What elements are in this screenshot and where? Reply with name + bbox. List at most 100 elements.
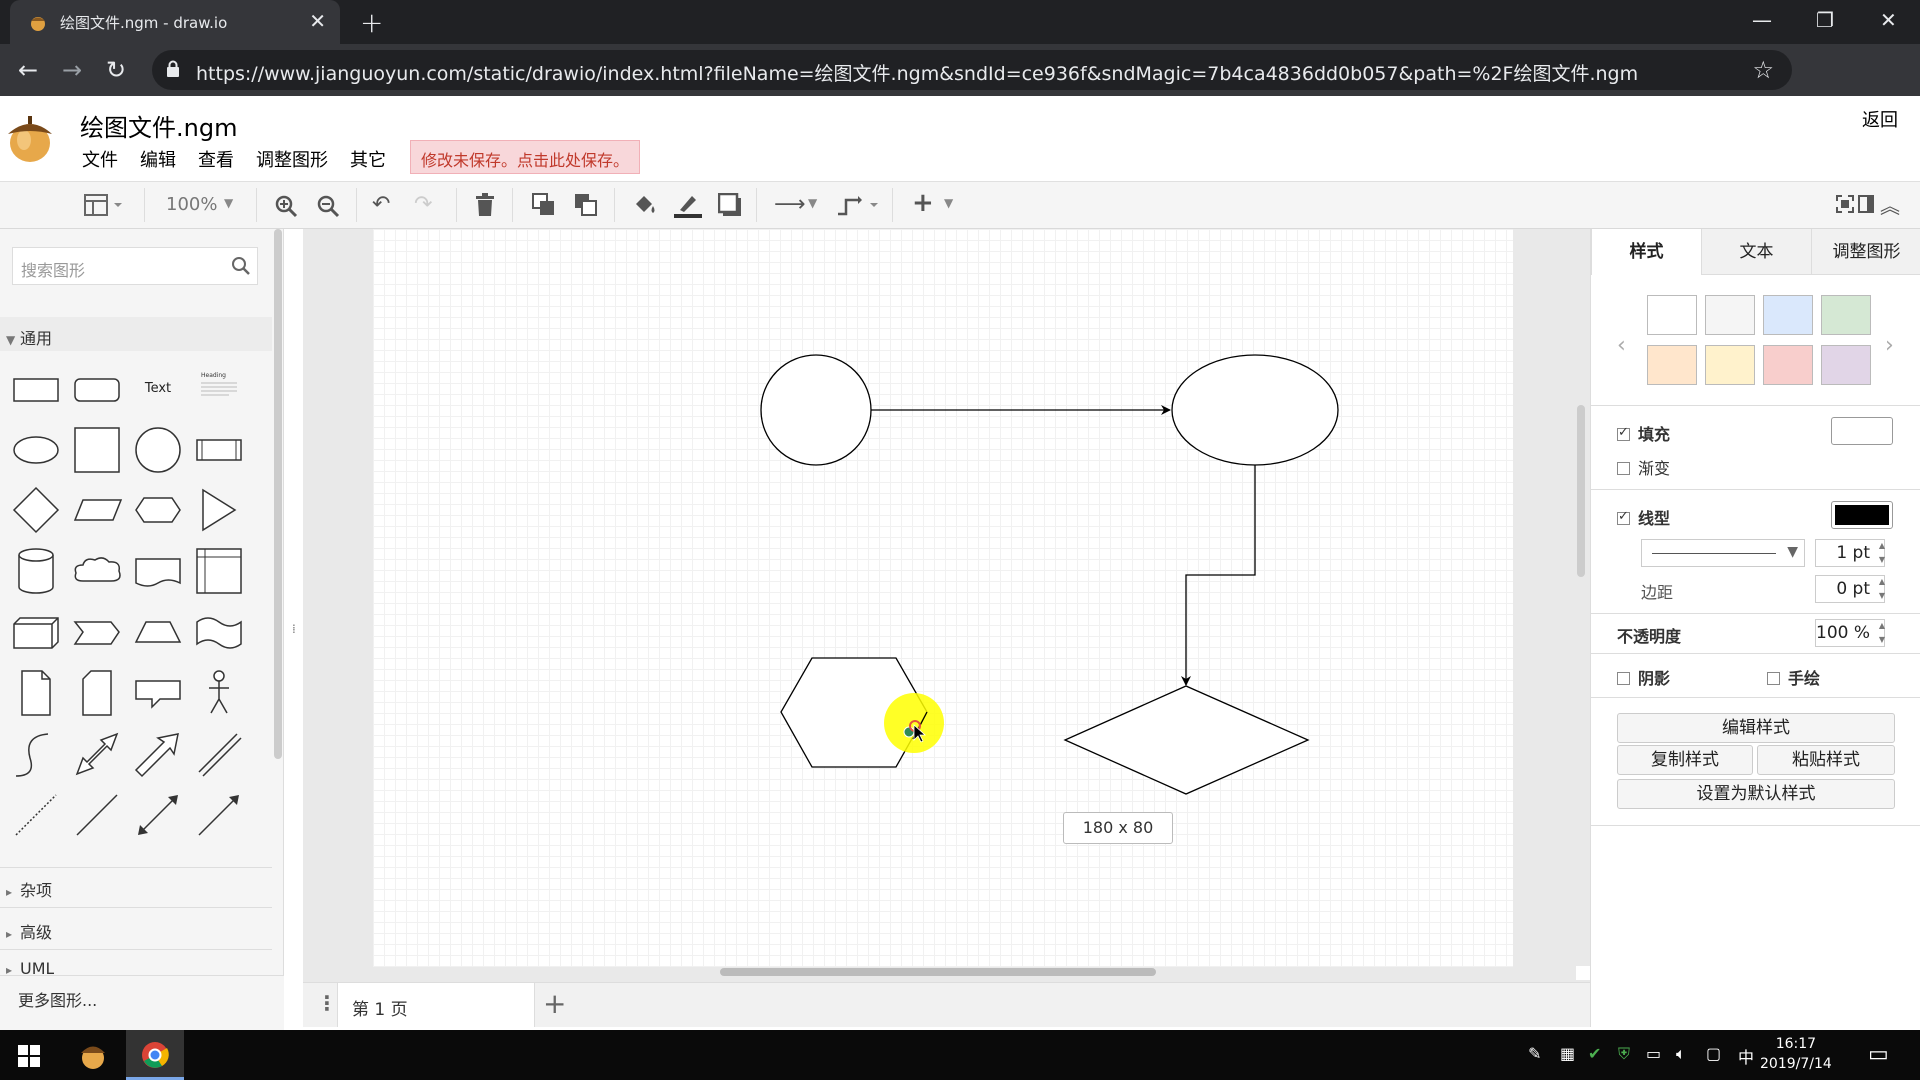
waypoint-style-icon[interactable]: [836, 194, 882, 218]
fill-option[interactable]: 填充: [1617, 421, 1670, 445]
shape-step[interactable]: [67, 602, 127, 662]
tray-shield-icon[interactable]: ⛨: [1618, 1044, 1630, 1064]
new-tab-button[interactable]: +: [360, 6, 383, 39]
tab-text[interactable]: 文本: [1701, 229, 1811, 275]
shape-process[interactable]: [189, 419, 249, 479]
shadow-icon[interactable]: [718, 193, 742, 217]
fill-color-picker[interactable]: [1831, 417, 1893, 445]
shape-line[interactable]: [67, 785, 127, 845]
to-front-icon[interactable]: [532, 193, 556, 217]
menu-extras[interactable]: 其它: [350, 146, 386, 172]
paste-style-button[interactable]: 粘贴样式: [1757, 745, 1895, 775]
line-pattern-dropdown[interactable]: ▼: [1641, 539, 1805, 567]
shape-cylinder[interactable]: [6, 541, 66, 601]
set-default-style-button[interactable]: 设置为默认样式: [1617, 779, 1895, 809]
sidebar-splitter-handle[interactable]: ⁞: [292, 622, 296, 636]
style-swatch[interactable]: [1763, 345, 1813, 385]
shape-link[interactable]: [189, 724, 249, 784]
shape-internal-storage[interactable]: [189, 541, 249, 601]
bookmark-star-icon[interactable]: ☆: [1752, 56, 1774, 84]
line-option[interactable]: 线型: [1617, 505, 1670, 529]
search-icon[interactable]: [231, 256, 251, 276]
edit-style-button[interactable]: 编辑样式: [1617, 713, 1895, 743]
zoom-out-icon[interactable]: [316, 194, 340, 218]
shape-bidirectional-connector[interactable]: [128, 785, 188, 845]
canvas-horizontal-scrollbar[interactable]: [720, 968, 1156, 976]
taskbar-app-jianguoyun[interactable]: [64, 1030, 122, 1080]
notification-center-icon[interactable]: ▭: [1868, 1042, 1889, 1067]
connection-point-source[interactable]: [903, 726, 915, 738]
circle-shape[interactable]: [760, 354, 872, 466]
chevron-down-icon[interactable]: ▼: [944, 196, 953, 210]
tray-pen-icon[interactable]: ✎: [1528, 1044, 1541, 1063]
stepper-icon[interactable]: ▲ ▼: [1879, 539, 1885, 567]
shape-actor[interactable]: [189, 663, 249, 723]
to-back-icon[interactable]: [574, 193, 598, 217]
chevron-down-icon[interactable]: ▼: [808, 196, 817, 210]
insert-plus-icon[interactable]: +: [912, 188, 934, 218]
back-arrow-icon[interactable]: ←: [18, 56, 38, 84]
shape-hexagon[interactable]: [128, 480, 188, 540]
diamond-shape[interactable]: [1063, 685, 1310, 795]
menu-view[interactable]: 查看: [198, 146, 234, 172]
url-field[interactable]: https://www.jianguoyun.com/static/drawio…: [152, 50, 1792, 90]
copy-style-button[interactable]: 复制样式: [1617, 745, 1753, 775]
shape-arrow[interactable]: [128, 724, 188, 784]
tray-volume-icon[interactable]: 🔈︎: [1676, 1044, 1686, 1064]
section-uml[interactable]: ▸ UML: [6, 959, 54, 975]
palette-next-chevron-icon[interactable]: ›: [1885, 333, 1894, 358]
shape-bidirectional-arrow[interactable]: [67, 724, 127, 784]
shape-square[interactable]: [67, 419, 127, 479]
shape-text[interactable]: Text: [128, 359, 188, 419]
diagram-page[interactable]: 180 x 80: [373, 229, 1513, 967]
format-panel-icon[interactable]: [84, 194, 124, 218]
shape-ellipse[interactable]: [6, 419, 66, 479]
menu-arrange[interactable]: 调整图形: [256, 146, 328, 172]
shape-diamond[interactable]: [6, 480, 66, 540]
reload-icon[interactable]: ↻: [106, 56, 126, 84]
section-general[interactable]: ▼ 通用: [6, 325, 52, 349]
style-swatch[interactable]: [1821, 295, 1871, 335]
shape-dashed-line[interactable]: [6, 785, 66, 845]
close-tab-icon[interactable]: ✕: [309, 9, 326, 33]
delete-trash-icon[interactable]: [474, 193, 496, 217]
canvas-vertical-scrollbar[interactable]: [1577, 405, 1585, 577]
line-color-icon[interactable]: [674, 192, 702, 218]
sketch-option[interactable]: 手绘: [1767, 665, 1820, 689]
style-swatch[interactable]: [1705, 345, 1755, 385]
style-swatch[interactable]: [1647, 345, 1697, 385]
stepper-icon[interactable]: ▲ ▼: [1879, 575, 1885, 603]
shape-trapezoid[interactable]: [128, 602, 188, 662]
browser-tab[interactable]: 绘图文件.ngm - draw.io ✕: [10, 0, 340, 44]
section-advanced[interactable]: ▸ 高级: [6, 919, 52, 943]
shape-note[interactable]: [6, 663, 66, 723]
shape-tape[interactable]: [189, 602, 249, 662]
opacity-input[interactable]: 100 % ▲ ▼: [1815, 619, 1885, 647]
shape-callout[interactable]: [128, 663, 188, 723]
redo-icon[interactable]: ↷: [414, 192, 432, 217]
page-menu-icon[interactable]: ⋮: [317, 991, 337, 1015]
collapse-chevron-up-icon[interactable]: ︽: [1880, 190, 1900, 219]
stepper-icon[interactable]: ▲ ▼: [1879, 619, 1885, 647]
taskbar-clock[interactable]: 16:17 2019/7/14: [1760, 1034, 1832, 1074]
shape-document[interactable]: [128, 541, 188, 601]
tray-ime-indicator[interactable]: 中: [1738, 1044, 1754, 1068]
fill-color-icon[interactable]: [632, 192, 658, 218]
shape-circle[interactable]: [128, 419, 188, 479]
windows-start-icon[interactable]: [18, 1045, 40, 1067]
line-color-picker[interactable]: [1831, 501, 1893, 529]
restore-icon[interactable]: ❐: [1816, 8, 1834, 32]
style-swatch[interactable]: [1821, 345, 1871, 385]
style-swatch[interactable]: [1705, 295, 1755, 335]
gradient-checkbox[interactable]: [1617, 462, 1630, 475]
shadow-checkbox[interactable]: [1617, 672, 1630, 685]
forward-arrow-icon[interactable]: →: [62, 56, 82, 84]
palette-prev-chevron-icon[interactable]: ‹: [1617, 333, 1626, 358]
ellipse-shape[interactable]: [1171, 354, 1339, 466]
tray-check-icon[interactable]: ✔: [1588, 1044, 1601, 1063]
zoom-in-icon[interactable]: [274, 194, 298, 218]
toggle-format-panel-icon[interactable]: [1858, 195, 1874, 213]
connector-ellipse-to-diamond[interactable]: [1181, 465, 1256, 686]
unsaved-changes-button[interactable]: 修改未保存。点击此处保存。: [410, 140, 641, 174]
shape-directional-connector[interactable]: [189, 785, 249, 845]
